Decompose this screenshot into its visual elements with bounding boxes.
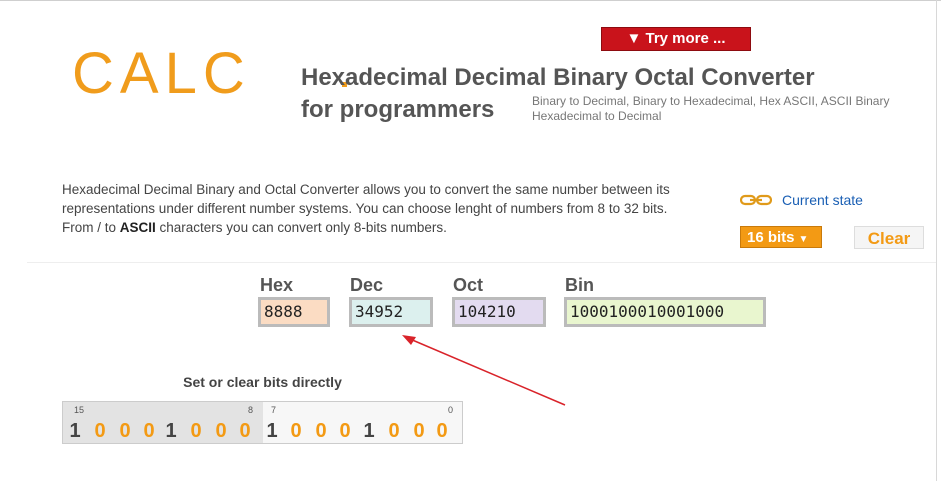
bit-toggle-11[interactable]: 1 [160, 419, 182, 443]
bit-toggle-12[interactable]: 0 [138, 419, 160, 443]
bit-toggle-6[interactable]: 0 [285, 419, 307, 443]
bit-editor-title: Set or clear bits directly [183, 374, 342, 390]
bit-toggle-5[interactable]: 0 [310, 419, 332, 443]
bit-toggle-13[interactable]: 0 [114, 419, 136, 443]
bit-toggle-7[interactable]: 1 [261, 419, 283, 443]
bit-index-7: 7 [271, 405, 277, 415]
bit-toggle-3[interactable]: 1 [358, 419, 380, 443]
bit-toggle-10[interactable]: 0 [185, 419, 207, 443]
bit-index-0: 0 [448, 405, 454, 415]
bit-editor: 15 8 7 0 1000100010001000 [62, 401, 463, 444]
bit-toggle-15[interactable]: 1 [64, 419, 86, 443]
bit-index-15: 15 [74, 405, 85, 415]
bit-toggle-4[interactable]: 0 [334, 419, 356, 443]
bit-toggle-2[interactable]: 0 [383, 419, 405, 443]
bit-toggle-0[interactable]: 0 [431, 419, 453, 443]
bit-toggle-9[interactable]: 0 [210, 419, 232, 443]
bit-toggle-8[interactable]: 0 [234, 419, 256, 443]
bit-index-8: 8 [248, 405, 254, 415]
bit-toggle-14[interactable]: 0 [89, 419, 111, 443]
bit-toggle-1[interactable]: 0 [408, 419, 430, 443]
